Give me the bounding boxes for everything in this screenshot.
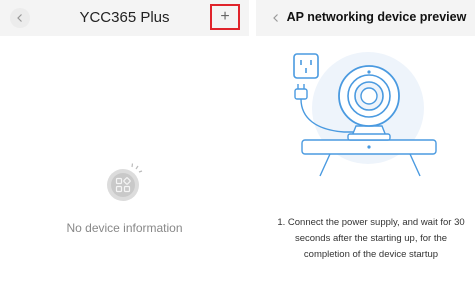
power-socket-icon: [293, 53, 319, 79]
page-title: AP networking device preview: [286, 10, 467, 24]
ap-preview-screen: AP networking device preview 1. Connect …: [256, 0, 475, 286]
camera-power-illustration: [286, 48, 446, 193]
plus-icon: +: [220, 8, 230, 25]
page-title: YCC365 Plus: [79, 9, 170, 26]
add-device-button[interactable]: +: [210, 4, 240, 30]
back-button[interactable]: [10, 8, 30, 28]
nav-bar: YCC365 Plus +: [0, 0, 249, 36]
empty-device-icon: [105, 160, 145, 207]
chevron-left-icon: [273, 14, 278, 22]
chevron-left-icon: [17, 14, 22, 22]
empty-message: No device information: [66, 221, 183, 235]
divider: [249, 0, 256, 286]
device-list-screen: YCC365 Plus + No device information: [0, 0, 249, 286]
instruction-text: 1. Connect the power supply, and wait fo…: [277, 217, 465, 260]
nav-bar: AP networking device preview: [256, 0, 475, 36]
